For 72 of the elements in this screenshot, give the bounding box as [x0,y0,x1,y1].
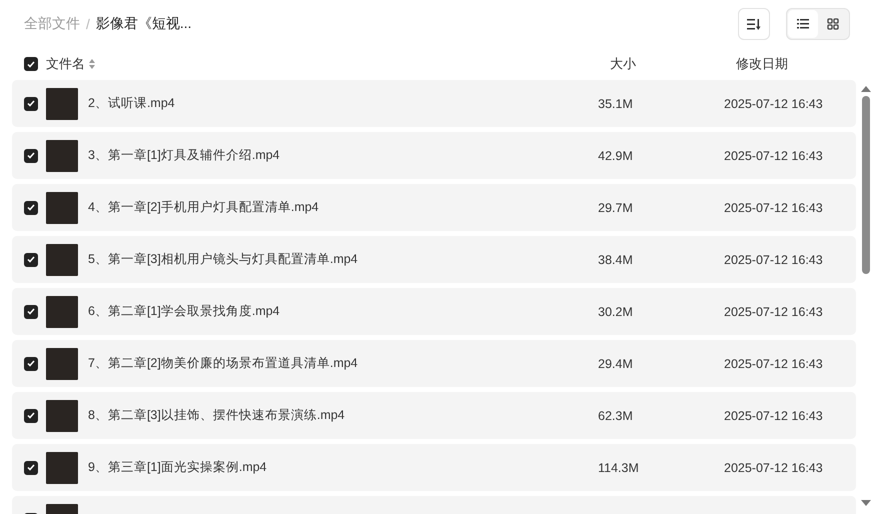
checkbox[interactable] [24,57,38,71]
video-thumbnail [46,348,78,380]
modified-date: 2025-07-12 16:43 [724,252,823,266]
file-size: 42.9M [598,148,634,162]
column-header[interactable]: 文件名 [46,55,85,73]
scroll-up-arrow-icon[interactable] [861,86,871,92]
checkbox[interactable] [24,252,38,266]
column-header[interactable]: 大小 [610,55,736,73]
sort-button[interactable] [738,8,770,40]
checkbox[interactable] [24,200,38,214]
column-header[interactable]: 修改日期 [736,55,788,73]
checkmark-icon [27,464,35,471]
file-size: 114.3M [598,460,640,474]
file-size: 29.7M [598,200,634,214]
checkmark-icon [27,152,35,159]
file-size: 35.1M [598,96,634,110]
modified-date: 2025-07-12 16:43 [724,304,823,318]
checkmark-icon [27,100,35,107]
checkmark-icon [27,308,35,315]
file-name: 9、第三章[1]面光实操案例.mp4 [88,459,268,476]
file-name: 2、试听课.mp4 [88,95,176,112]
modified-date: 2025-07-12 16:43 [724,356,823,370]
file-row[interactable]: 5、第一章[3]相机用户镜头与灯具配置清单.mp4 38.4M 2025-07-12 16:43 [12,236,856,283]
checkbox[interactable] [24,96,38,110]
file-name: 3、第一章[1]灯具及辅件介绍.mp4 [88,147,281,164]
file-row[interactable]: 7、第二章[2]物美价廉的场景布置道具清单.mp4 29.4M 2025-07-12 16:43 [12,340,856,387]
video-thumbnail [46,296,78,328]
list-icon [797,19,809,29]
breadcrumb-item[interactable]: 影像君《短视... [96,15,192,33]
modified-date: 2025-07-12 16:43 [724,408,823,422]
modified-date: 2025-07-12 16:43 [724,200,823,214]
file-row[interactable]: 2、试听课.mp4 35.1M 2025-07-12 16:43 [12,80,856,127]
video-thumbnail [46,192,78,224]
file-name: 5、第一章[3]相机用户镜头与灯具配置清单.mp4 [88,251,359,268]
video-thumbnail [46,140,78,172]
modified-date: 2025-07-12 16:43 [724,96,823,110]
scroll-down-arrow-icon[interactable] [861,500,871,506]
file-size: 62.3M [598,408,634,422]
modified-date: 2025-07-12 16:43 [724,148,823,162]
file-row[interactable]: 4、第一章[2]手机用户灯具配置清单.mp4 29.7M 2025-07-12 16:43 [12,184,856,231]
scrollbar-thumb[interactable] [862,96,870,274]
checkmark-icon [27,60,35,68]
file-size: 30.2M [598,304,634,318]
sort-arrows-icon [89,59,95,69]
file-size: 29.4M [598,356,634,370]
checkbox[interactable] [24,148,38,162]
file-name: 6、第二章[1]学会取景找角度.mp4 [88,303,281,320]
file-row[interactable]: 8、第二章[3]以挂饰、摆件快速布景演练.mp4 62.3M 2025-07-12 16:43 [12,392,856,439]
grid-icon [827,18,839,30]
checkmark-icon [27,412,35,419]
file-name: 4、第一章[2]手机用户灯具配置清单.mp4 [88,199,320,216]
file-size: 38.4M [598,252,634,266]
checkbox[interactable] [24,408,38,422]
video-thumbnail [46,244,78,276]
sort-icon [747,18,761,30]
video-thumbnail [46,452,78,484]
file-row[interactable]: 6、第二章[1]学会取景找角度.mp4 30.2M 2025-07-12 16:43 [12,288,856,335]
checkmark-icon [27,360,35,367]
checkmark-icon [27,256,35,263]
checkbox[interactable] [24,460,38,474]
video-thumbnail [46,88,78,120]
checkbox[interactable] [24,304,38,318]
breadcrumb-separator: / [86,16,90,32]
checkbox[interactable] [24,356,38,370]
file-row[interactable]: 3、第一章[1]灯具及辅件介绍.mp4 42.9M 2025-07-12 16:43 [12,132,856,179]
checkmark-icon [27,204,35,211]
video-thumbnail [46,400,78,432]
file-name: 8、第二章[3]以挂饰、摆件快速布景演练.mp4 [88,407,346,424]
view-mode-button[interactable] [788,10,818,38]
file-name: 7、第二章[2]物美价廉的场景布置道具清单.mp4 [88,355,359,372]
modified-date: 2025-07-12 16:43 [724,460,823,474]
file-row[interactable]: 9、第三章[1]面光实操案例.mp4 114.3M 2025-07-12 16:43 [12,444,856,491]
